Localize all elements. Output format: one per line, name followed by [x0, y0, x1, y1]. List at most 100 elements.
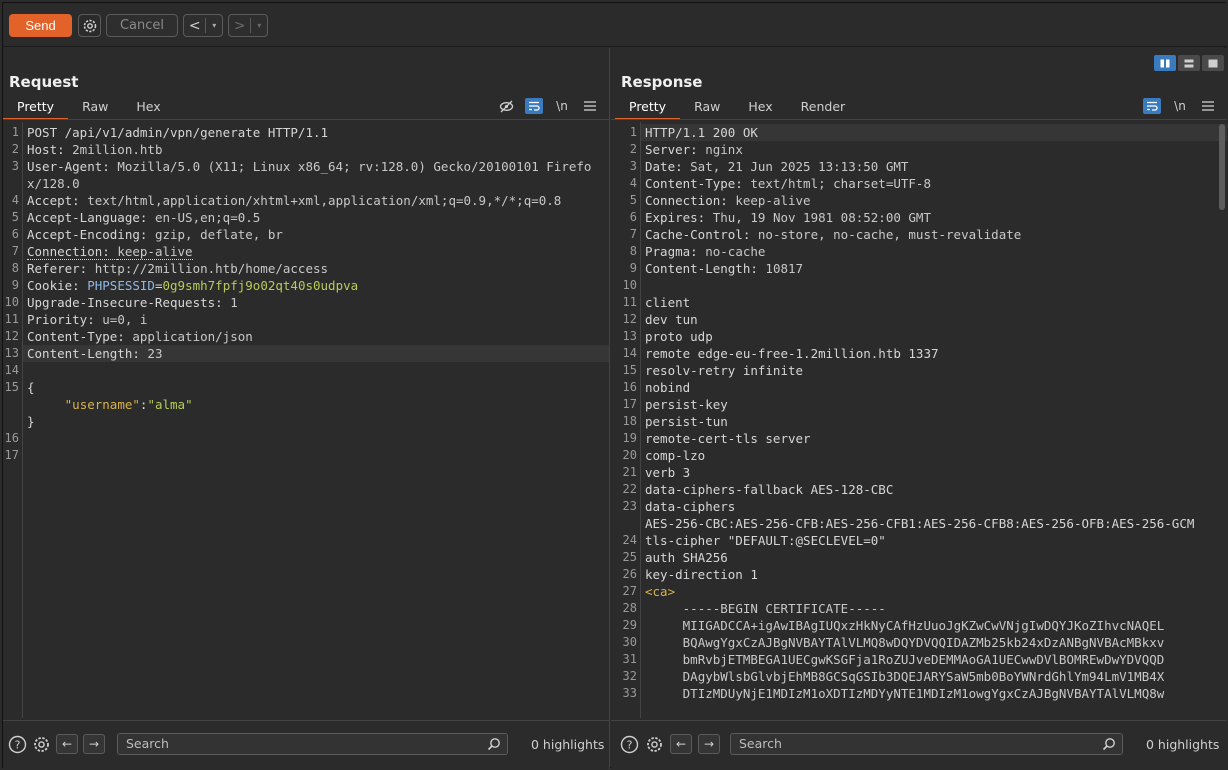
- chevron-down-icon[interactable]: ▾: [206, 21, 222, 30]
- certificate-line: BQAwgYgxCzAJBgNVBAYTAlVLMQ8wDQYDVQQIDAZM…: [645, 635, 1165, 650]
- tab-pretty[interactable]: Pretty: [3, 98, 69, 120]
- header-value: nginx: [705, 142, 743, 157]
- wrap-icon[interactable]: [1143, 98, 1161, 114]
- line-number: 2: [629, 142, 637, 156]
- previous-match-button[interactable]: ←: [670, 734, 692, 754]
- line-number: 26: [622, 567, 637, 581]
- code-line: 4 Accept: text/html,application/xhtml+xml…: [3, 192, 609, 209]
- line-content: -----BEGIN CERTIFICATE-----: [641, 600, 1227, 617]
- response-scrollbar[interactable]: [1219, 124, 1225, 210]
- gear-icon[interactable]: [644, 734, 664, 754]
- line-content: Content-Length: 23: [23, 345, 609, 362]
- line-content: Content-Type: text/html; charset=UTF-8: [641, 175, 1227, 192]
- code-line: 7 Connection: keep-alive: [3, 243, 609, 260]
- response-title: Response: [621, 73, 703, 91]
- line-number: 33: [622, 686, 637, 700]
- next-match-button[interactable]: →: [698, 734, 720, 754]
- line-number: 30: [622, 635, 637, 649]
- code-line: 26 key-direction 1: [611, 566, 1227, 583]
- tab-pretty[interactable]: Pretty: [615, 98, 681, 120]
- line-number: 9: [11, 278, 19, 292]
- line-number: [3, 413, 23, 430]
- code-line: 24 tls-cipher "DEFAULT:@SECLEVEL=0": [611, 532, 1227, 549]
- tab-raw[interactable]: Raw: [68, 98, 122, 120]
- tab-hex[interactable]: Hex: [734, 98, 786, 120]
- line-number: 27: [622, 584, 637, 598]
- header-value: 2million.htb: [72, 142, 163, 157]
- forward-button[interactable]: > ▾: [228, 14, 268, 37]
- line-content: {: [23, 379, 609, 396]
- gear-icon[interactable]: [31, 734, 51, 754]
- header-name: Upgrade-Insecure-Requests:: [27, 295, 231, 310]
- code-line: 25 auth SHA256: [611, 549, 1227, 566]
- newline-icon[interactable]: \n: [1171, 98, 1189, 114]
- line-number: 5: [629, 193, 637, 207]
- header-name: Accept:: [27, 193, 88, 208]
- line-number: 15: [622, 363, 637, 377]
- single-pane-icon[interactable]: [1202, 55, 1224, 71]
- next-match-button[interactable]: →: [83, 734, 105, 754]
- chevron-right-icon: >: [233, 17, 246, 34]
- line-number: 2: [11, 142, 19, 156]
- line-number: 24: [622, 533, 637, 547]
- line-content: data-ciphers-fallback AES-128-CBC: [641, 481, 1227, 498]
- line-content: Content-Length: 10817: [641, 260, 1227, 277]
- newline-icon[interactable]: \n: [553, 98, 571, 114]
- code-line: 10: [611, 277, 1227, 294]
- request-search-bar: ? ← → Search 0 highlights: [3, 720, 609, 769]
- settings-button[interactable]: [78, 14, 101, 37]
- code-line: 13 Content-Length: 23: [3, 345, 609, 362]
- line-content: Connection: keep-alive: [23, 243, 609, 260]
- line-content: remote-cert-tls server: [641, 430, 1227, 447]
- certificate-line: DTIzMDUyNjE1MDIzM1oXDTIzMDYyNTE1MDIzM1ow…: [645, 686, 1165, 701]
- line-number: 7: [629, 227, 637, 241]
- chevron-down-icon[interactable]: ▾: [251, 21, 267, 30]
- code-line: 30 BQAwgYgxCzAJBgNVBAYTAlVLMQ8wDQYDVQQID…: [611, 634, 1227, 651]
- line-number: 16: [622, 380, 637, 394]
- code-line: 5 Accept-Language: en-US,en;q=0.5: [3, 209, 609, 226]
- request-editor[interactable]: 1 POST /api/v1/admin/vpn/generate HTTP/1.…: [3, 122, 609, 718]
- search-input[interactable]: Search: [117, 733, 508, 755]
- response-editor[interactable]: 1 HTTP/1.1 200 OK 2 Server: nginx 3 Date: Sat…: [611, 122, 1227, 718]
- header-name: Server:: [645, 142, 706, 157]
- back-button[interactable]: < ▾: [183, 14, 223, 37]
- tab-render[interactable]: Render: [787, 98, 860, 120]
- tab-hex[interactable]: Hex: [122, 98, 174, 120]
- search-placeholder: Search: [739, 736, 782, 751]
- previous-match-button[interactable]: ←: [56, 734, 78, 754]
- svg-text:?: ?: [14, 738, 20, 751]
- code-line: 6 Accept-Encoding: gzip, deflate, br: [3, 226, 609, 243]
- split-vertical-icon[interactable]: [1178, 55, 1200, 71]
- menu-icon[interactable]: [1199, 98, 1217, 114]
- header-name: Pragma:: [645, 244, 706, 259]
- help-icon[interactable]: ?: [619, 734, 639, 754]
- code-line: 11 client: [611, 294, 1227, 311]
- eye-slash-icon[interactable]: [497, 98, 515, 114]
- code-line: 2 Server: nginx: [611, 141, 1227, 158]
- header-value: u=0, i: [102, 312, 148, 327]
- top-toolbar: Send Cancel < ▾ > ▾: [3, 3, 1227, 47]
- help-icon[interactable]: ?: [7, 734, 27, 754]
- header-name: auth SHA256: [645, 550, 728, 565]
- code-line: 12 Content-Type: application/json: [3, 328, 609, 345]
- menu-icon[interactable]: [581, 98, 599, 114]
- line-content: [23, 447, 609, 464]
- send-button[interactable]: Send: [9, 14, 72, 37]
- split-horizontal-icon[interactable]: [1154, 55, 1176, 71]
- line-number: 18: [622, 414, 637, 428]
- line-content: <ca>: [641, 583, 1227, 600]
- line-number: 13: [622, 329, 637, 343]
- tab-raw[interactable]: Raw: [680, 98, 734, 120]
- search-input[interactable]: Search: [730, 733, 1123, 755]
- header-name: persist-tun: [645, 414, 728, 429]
- request-panel: Request Pretty Raw Hex \n 1 POST /api/v1/…: [3, 48, 610, 769]
- line-content: User-Agent: Mozilla/5.0 (X11; Linux x86_…: [23, 158, 609, 192]
- line-content: Cache-Control: no-store, no-cache, must-…: [641, 226, 1227, 243]
- cancel-button[interactable]: Cancel: [106, 14, 178, 37]
- header-name: key-direction 1: [645, 567, 758, 582]
- certificate-line: MIIGADCCA+igAwIBAgIUQxzHkNyCAfHzUuoJgKZw…: [645, 618, 1165, 633]
- header-name: Accept-Language:: [27, 210, 155, 225]
- wrap-icon[interactable]: [525, 98, 543, 114]
- header-value: 10817: [765, 261, 804, 276]
- code-line: 19 remote-cert-tls server: [611, 430, 1227, 447]
